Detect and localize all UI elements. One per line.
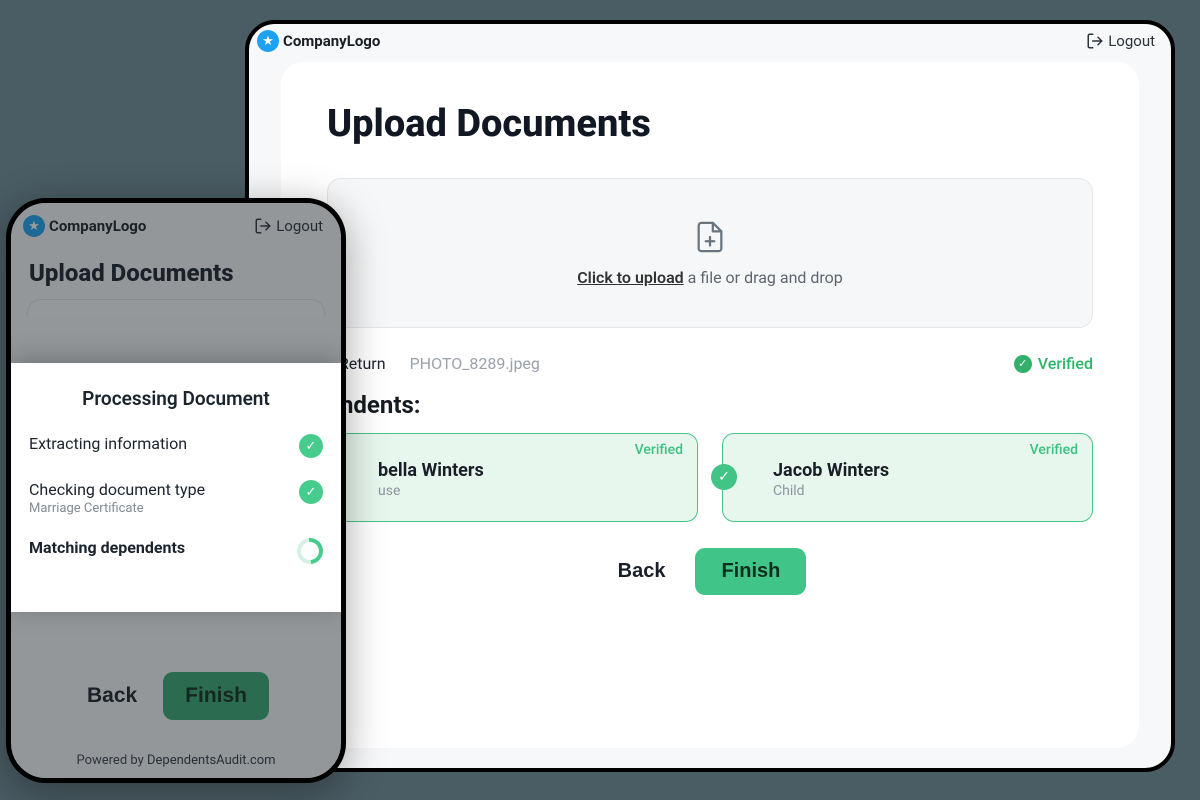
footer-actions: Back Finish — [327, 548, 1093, 595]
star-icon: ★ — [23, 215, 45, 237]
dependent-role: Child — [773, 483, 1074, 499]
dependent-name: bella Winters — [378, 460, 679, 481]
phone-title: Upload Documents — [11, 259, 341, 299]
powered-by: Powered by DependentsAudit.com — [11, 753, 341, 768]
uploaded-file-row: x Return PHOTO_8289.jpeg ✓ Verified — [327, 354, 1093, 373]
processing-step: Extracting information ✓ — [29, 434, 323, 458]
step-label: Matching dependents — [29, 538, 185, 557]
desktop-header: ★ CompanyLogo Logout — [249, 24, 1171, 62]
back-button[interactable]: Back — [614, 548, 670, 595]
phone-mock: ★ CompanyLogo Logout Upload Documents Ba… — [6, 198, 346, 783]
check-icon: ✓ — [1014, 355, 1032, 373]
phone-header: ★ CompanyLogo Logout — [11, 211, 341, 259]
file-name: PHOTO_8289.jpeg — [410, 354, 540, 373]
phone-actions: Back Finish — [11, 672, 341, 720]
logout-icon — [1086, 32, 1104, 50]
star-icon: ★ — [257, 30, 279, 52]
logo-text: CompanyLogo — [49, 217, 146, 235]
dependent-card[interactable]: ✓ Verified bella Winters use — [327, 433, 698, 522]
desktop-window: ★ CompanyLogo Logout Upload Documents Cl… — [245, 20, 1175, 772]
dependents-heading: endents: — [327, 391, 1093, 419]
dependent-name: Jacob Winters — [773, 460, 1074, 481]
card-badge: Verified — [635, 442, 683, 458]
dependent-role: use — [378, 483, 679, 499]
dropzone-text: Click to upload a file or drag and drop — [577, 268, 843, 287]
upload-dropzone[interactable]: Click to upload a file or drag and drop — [327, 178, 1093, 328]
main-panel: Upload Documents Click to upload a file … — [281, 62, 1139, 748]
finish-button[interactable]: Finish — [695, 548, 806, 595]
sheet-title: Processing Document — [29, 387, 323, 410]
company-logo: ★ CompanyLogo — [23, 215, 146, 237]
processing-sheet: Processing Document Extracting informati… — [11, 363, 341, 612]
logout-label: Logout — [1108, 32, 1155, 50]
page-title: Upload Documents — [327, 102, 1093, 146]
file-plus-icon — [693, 220, 727, 254]
check-icon: ✓ — [299, 434, 323, 458]
step-label: Checking document type — [29, 480, 205, 499]
logout-button[interactable]: Logout — [254, 217, 323, 235]
dependent-cards: ✓ Verified bella Winters use ✓ Verified … — [327, 433, 1093, 522]
processing-step: Checking document type Marriage Certific… — [29, 480, 323, 516]
dependent-card[interactable]: ✓ Verified Jacob Winters Child — [722, 433, 1093, 522]
logout-label: Logout — [276, 217, 323, 235]
logo-text: CompanyLogo — [283, 32, 380, 50]
back-button[interactable]: Back — [83, 672, 141, 720]
step-label: Extracting information — [29, 434, 187, 453]
verified-badge: ✓ Verified — [1014, 354, 1093, 373]
finish-button[interactable]: Finish — [163, 672, 269, 720]
click-to-upload-link[interactable]: Click to upload — [577, 268, 684, 287]
phone-dropzone-edge — [27, 299, 325, 315]
powered-link[interactable]: DependentsAudit.com — [147, 753, 276, 768]
company-logo: ★ CompanyLogo — [257, 30, 380, 52]
step-sublabel: Marriage Certificate — [29, 501, 205, 516]
logout-icon — [254, 217, 272, 235]
check-icon: ✓ — [711, 464, 737, 490]
logout-button[interactable]: Logout — [1086, 32, 1155, 50]
spinner-icon — [292, 533, 329, 570]
card-badge: Verified — [1030, 442, 1078, 458]
processing-step: Matching dependents — [29, 538, 323, 564]
check-icon: ✓ — [299, 480, 323, 504]
